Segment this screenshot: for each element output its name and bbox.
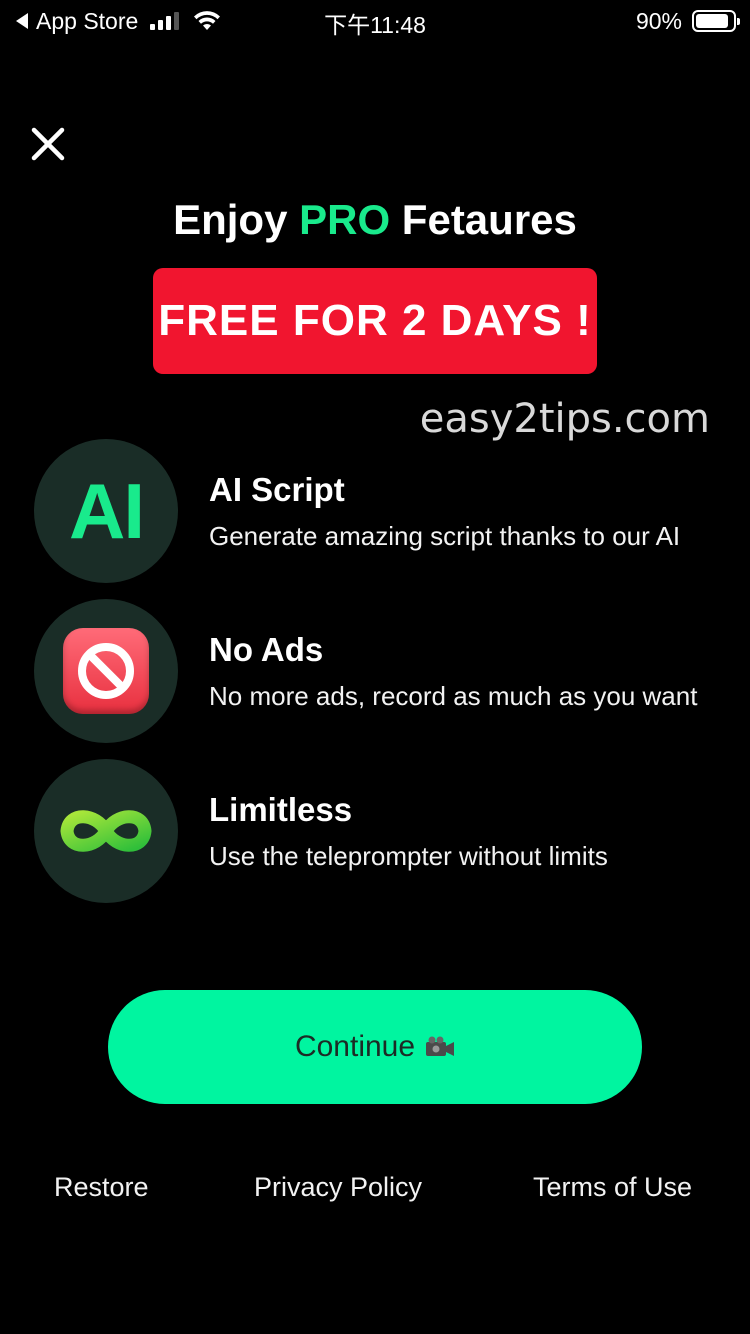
feature-ai-script: AI AI Script Generate amazing script tha… bbox=[34, 439, 750, 583]
ai-icon: AI bbox=[34, 439, 178, 583]
continue-label: Continue bbox=[294, 1030, 416, 1063]
title-part1: Enjoy bbox=[173, 196, 300, 243]
no-ads-icon-circle bbox=[34, 599, 178, 743]
status-bar: App Store 下午11:48 90% bbox=[0, 0, 750, 42]
feature-no-ads: No Ads No more ads, record as much as yo… bbox=[34, 599, 750, 743]
title-part2: Fetaures bbox=[390, 196, 577, 243]
feature-limitless: Limitless Use the teleprompter without l… bbox=[34, 759, 750, 903]
page-title: Enjoy PRO Fetaures bbox=[0, 196, 750, 244]
terms-of-use-link[interactable]: Terms of Use bbox=[533, 1172, 692, 1203]
limitless-icon-circle bbox=[34, 759, 178, 903]
feature-title: AI Script bbox=[209, 471, 345, 508]
close-icon bbox=[31, 127, 65, 161]
paywall-screen: App Store 下午11:48 90% Enjoy PRO Fetaures… bbox=[0, 0, 750, 1334]
title-highlight: PRO bbox=[299, 196, 391, 243]
close-button[interactable] bbox=[28, 124, 68, 164]
continue-button[interactable]: Continue bbox=[108, 990, 642, 1104]
ai-icon-text: AI bbox=[69, 466, 145, 555]
battery-status: 90% bbox=[635, 6, 740, 36]
free-trial-banner: FREE FOR 2 DAYS ! bbox=[153, 268, 597, 374]
no-entry-icon bbox=[63, 628, 149, 714]
video-camera-icon bbox=[426, 1036, 455, 1056]
feature-description: Use the teleprompter without limits bbox=[209, 841, 608, 871]
feature-description: Generate amazing script thanks to our AI bbox=[209, 521, 681, 551]
restore-link[interactable]: Restore bbox=[54, 1172, 149, 1203]
infinity-icon bbox=[60, 810, 152, 852]
feature-title: No Ads bbox=[209, 631, 324, 668]
feature-description: No more ads, record as much as you want bbox=[209, 681, 698, 711]
watermark: easy2tips.com bbox=[419, 396, 710, 442]
battery-percent: 90% bbox=[635, 7, 682, 34]
privacy-policy-link[interactable]: Privacy Policy bbox=[254, 1172, 422, 1203]
feature-title: Limitless bbox=[209, 791, 353, 828]
battery-icon bbox=[692, 10, 740, 32]
